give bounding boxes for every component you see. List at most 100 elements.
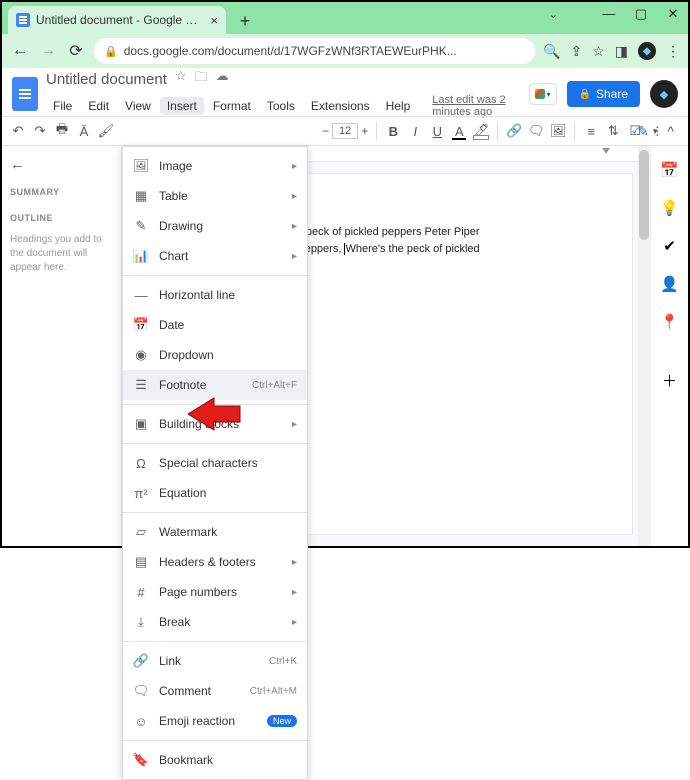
menu-separator: [123, 275, 307, 276]
print-icon[interactable]: 🖶: [54, 123, 70, 139]
menu-shortcut: Ctrl+Alt+F: [252, 380, 297, 391]
share-button[interactable]: Share: [567, 81, 640, 107]
tab-close-icon[interactable]: ×: [210, 13, 218, 28]
ruler-right-marker-icon[interactable]: [602, 148, 610, 154]
menu-item-label: Equation: [159, 486, 297, 500]
submenu-arrow-icon: ▸: [292, 221, 297, 232]
bookmark-star-icon[interactable]: ☆: [592, 43, 605, 60]
browser-tab[interactable]: Untitled document - Google Doc ×: [8, 6, 226, 34]
url-input[interactable]: 🔒 docs.google.com/document/d/17WGFzWNf3R…: [94, 38, 535, 64]
insert-image[interactable]: 🖼Image▸: [123, 151, 307, 181]
doc-scrollbar[interactable]: [638, 146, 650, 546]
underline-icon[interactable]: U: [429, 123, 445, 139]
add-addon-icon[interactable]: ＋: [660, 370, 680, 390]
italic-icon[interactable]: I: [407, 123, 423, 139]
menu-separator: [123, 740, 307, 741]
docs-header: Untitled document ☆ 🗀 ☁ FileEditViewInse…: [2, 68, 688, 116]
editing-mode-button[interactable]: ✎ ▾ ^: [631, 121, 680, 142]
menu-item-label: Table: [159, 189, 282, 203]
meet-button[interactable]: ▾: [529, 83, 557, 105]
table-icon: ▦: [133, 188, 149, 204]
submenu-arrow-icon: ▸: [292, 617, 297, 628]
highlight-icon[interactable]: 🖊: [473, 123, 489, 139]
bold-icon[interactable]: B: [385, 123, 401, 139]
insert-bookmark[interactable]: 🔖Bookmark: [123, 745, 307, 775]
submenu-arrow-icon: ▸: [292, 251, 297, 262]
cloud-status-icon[interactable]: ☁: [216, 68, 229, 90]
insert-horizontal-line[interactable]: —Horizontal line: [123, 280, 307, 310]
tab-list-caret-icon[interactable]: ⌄: [549, 8, 558, 21]
insert-page-numbers[interactable]: #Page numbers▸: [123, 577, 307, 607]
redo-icon[interactable]: ↷: [32, 123, 48, 139]
menu-edit[interactable]: Edit: [81, 97, 116, 115]
insert-chart[interactable]: 📊Chart▸: [123, 241, 307, 271]
menu-insert[interactable]: Insert: [160, 97, 204, 115]
insert-dropdown[interactable]: ◉Dropdown: [123, 340, 307, 370]
zoom-icon[interactable]: 🔍: [543, 43, 560, 60]
menu-extensions[interactable]: Extensions: [304, 97, 377, 115]
insert-watermark[interactable]: ▱Watermark: [123, 517, 307, 547]
line-spacing-icon[interactable]: ⇅: [605, 123, 621, 139]
menu-file[interactable]: File: [46, 97, 79, 115]
text-color-icon[interactable]: A: [451, 123, 467, 139]
move-icon[interactable]: 🗀: [195, 68, 208, 90]
tasks-icon[interactable]: ✔: [660, 236, 680, 256]
maximize-icon[interactable]: ▢: [632, 6, 650, 22]
close-window-icon[interactable]: ✕: [664, 6, 682, 22]
share-url-icon[interactable]: ⇪: [570, 43, 582, 60]
insert-drawing[interactable]: ✎Drawing▸: [123, 211, 307, 241]
date-icon: 📅: [133, 317, 149, 333]
font-size-input[interactable]: 12: [332, 123, 358, 139]
undo-icon[interactable]: ↶: [10, 123, 26, 139]
maps-icon[interactable]: 📍: [660, 312, 680, 332]
submenu-arrow-icon: ▸: [292, 557, 297, 568]
align-icon[interactable]: ≡: [583, 123, 599, 139]
menu-help[interactable]: Help: [379, 97, 418, 115]
insert-emoji-reaction[interactable]: ☺Emoji reactionNew: [123, 706, 307, 736]
main-area: ← SUMMARY OUTLINE Headings you add to th…: [2, 146, 688, 546]
keep-icon[interactable]: 💡: [660, 198, 680, 218]
chart-icon: 📊: [133, 248, 149, 264]
menu-format[interactable]: Format: [206, 97, 258, 115]
insert-special-characters[interactable]: ΩSpecial characters: [123, 448, 307, 478]
insert-headers-footers[interactable]: ▤Headers & footers▸: [123, 547, 307, 577]
minimize-icon[interactable]: —: [600, 6, 618, 22]
menu-item-label: Horizontal line: [159, 288, 297, 302]
break-icon: ⤓: [133, 614, 149, 630]
collapse-outline-icon[interactable]: ←: [10, 156, 113, 173]
font-size-plus[interactable]: +: [361, 124, 368, 138]
menu-separator: [123, 443, 307, 444]
insert-comment-icon[interactable]: 🗨: [528, 123, 544, 139]
insert-link-icon[interactable]: 🔗: [506, 123, 522, 139]
forward-button[interactable]: →: [38, 41, 58, 61]
back-button[interactable]: ←: [10, 41, 30, 61]
extensions-icon[interactable]: ◨: [615, 43, 628, 60]
insert-image-icon[interactable]: 🖼: [550, 123, 566, 139]
calendar-icon[interactable]: 📅: [660, 160, 680, 180]
insert-table[interactable]: ▦Table▸: [123, 181, 307, 211]
star-icon[interactable]: ☆: [175, 68, 187, 90]
paint-format-icon[interactable]: 🖌: [98, 123, 114, 139]
profile-avatar-icon[interactable]: ◆: [638, 42, 656, 60]
new-tab-button[interactable]: +: [232, 8, 258, 34]
document-title[interactable]: Untitled document: [46, 71, 167, 88]
contacts-icon[interactable]: 👤: [660, 274, 680, 294]
insert-break[interactable]: ⤓Break▸: [123, 607, 307, 637]
spellcheck-icon[interactable]: Ă: [76, 123, 92, 139]
menu-item-label: Bookmark: [159, 753, 297, 767]
menu-view[interactable]: View: [118, 97, 158, 115]
share-label: Share: [596, 87, 628, 101]
browser-menu-icon[interactable]: ⋮: [666, 43, 680, 60]
menu-tools[interactable]: Tools: [260, 97, 302, 115]
account-avatar-icon[interactable]: ◆: [650, 80, 678, 108]
reload-button[interactable]: ⟳: [66, 41, 86, 61]
menu-item-label: Emoji reaction: [159, 714, 257, 728]
menu-item-label: Page numbers: [159, 585, 282, 599]
insert-link[interactable]: 🔗LinkCtrl+K: [123, 646, 307, 676]
insert-equation[interactable]: π²Equation: [123, 478, 307, 508]
tab-strip: Untitled document - Google Doc × + ⌄ — ▢…: [2, 2, 688, 34]
docs-logo-icon[interactable]: [12, 77, 38, 111]
font-size-minus[interactable]: −: [322, 124, 329, 138]
insert-comment[interactable]: 🗨CommentCtrl+Alt+M: [123, 676, 307, 706]
insert-date[interactable]: 📅Date: [123, 310, 307, 340]
